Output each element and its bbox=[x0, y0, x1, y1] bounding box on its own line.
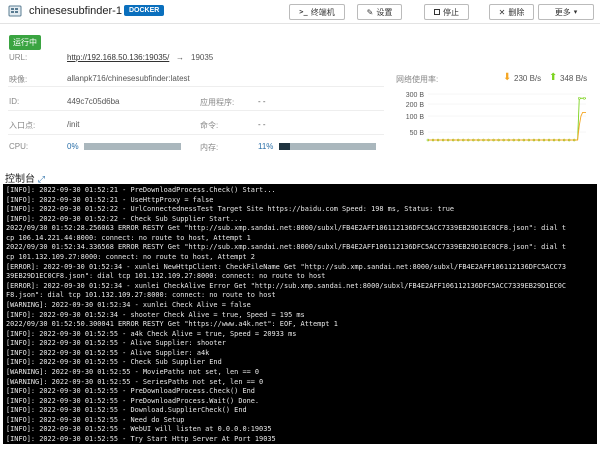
y-tick-label: 200 B bbox=[406, 102, 425, 109]
series-line bbox=[428, 97, 586, 141]
delete-button[interactable]: ✕ 删除 bbox=[489, 4, 534, 20]
mem-label: 内存: bbox=[200, 143, 219, 152]
docker-badge: DOCKER bbox=[124, 5, 165, 16]
delete-icon: ✕ bbox=[498, 7, 506, 17]
console-line: [INFO]: 2022-09-30 01:52:34 - shooter Ch… bbox=[6, 310, 305, 319]
console-output[interactable]: [INFO]: 2022-09-30 01:52:21 - PreDownloa… bbox=[3, 184, 597, 444]
terminal-icon: >_ bbox=[299, 8, 308, 16]
cpu-label: CPU: bbox=[9, 142, 29, 151]
console-line: 2022/09/30 01:52:50.300041 ERROR RESTY G… bbox=[6, 320, 338, 329]
console-line: [INFO]: 2022-09-30 01:52:21 - PreDownloa… bbox=[6, 186, 276, 194]
console-line: [INFO]: 2022-09-30 01:52:55 - PreDownloa… bbox=[6, 387, 255, 396]
arrow-up-icon: ⬆ bbox=[549, 72, 558, 83]
console-line: cp 101.132.109.27:8000: connect: no rout… bbox=[6, 253, 255, 262]
console-line: [INFO]: 2022-09-30 01:52:55 - Alive Supp… bbox=[6, 348, 210, 357]
console-line: 2022/09/30 01:52:34.336568 ERROR RESTY G… bbox=[6, 243, 567, 252]
console-line: [WARNING]: 2022-09-30 01:52:55 - MoviePa… bbox=[6, 367, 260, 376]
title-bar: chinesesubfinder-1 DOCKER >_ 终端机 ✎ 设置 停止… bbox=[0, 0, 600, 24]
console-line: [WARNING]: 2022-09-30 01:52:34 - xunlei … bbox=[6, 300, 251, 309]
stop-button[interactable]: 停止 bbox=[424, 4, 469, 20]
id-label: ID: bbox=[9, 97, 20, 106]
image-value: allanpk716/chinesesubfinder:latest bbox=[67, 74, 190, 83]
network-up: 348 B/s bbox=[560, 74, 588, 83]
more-button[interactable]: 更多 ▾ bbox=[538, 4, 594, 20]
network-label: 网络使用率: bbox=[396, 75, 439, 84]
settings-button-label: 设置 bbox=[376, 7, 393, 17]
container-title: chinesesubfinder-1 bbox=[29, 5, 122, 17]
container-icon bbox=[8, 5, 22, 17]
url-link[interactable]: http://192.168.50.136:19035/ bbox=[67, 53, 169, 62]
cmd-label: 命令: bbox=[200, 121, 219, 130]
console-line: [WARNING]: 2022-09-30 01:52:55 - SeriesP… bbox=[6, 377, 264, 386]
console-line: 2022/09/30 01:52:28.256063 ERROR RESTY G… bbox=[6, 224, 567, 233]
console-line: [INFO]: 2022-09-30 01:52:22 - UrlConnect… bbox=[6, 205, 455, 214]
entry-value: /init bbox=[67, 120, 80, 129]
data-point bbox=[577, 96, 581, 100]
settings-icon: ✎ bbox=[366, 7, 374, 17]
entry-label: 入口点: bbox=[9, 121, 36, 130]
app-label: 应用程序: bbox=[200, 98, 235, 107]
console-line: 39EB29D1EC0CF8.json": dial tcp 101.132.1… bbox=[6, 272, 326, 281]
console-line: [ERROR]: 2022-09-30 01:52:34 - xunlei Ch… bbox=[6, 281, 567, 290]
arrow-down-icon: ⬇ bbox=[503, 72, 512, 83]
app-value: - - bbox=[258, 97, 266, 106]
console-title: 控制台 ⤢ bbox=[5, 170, 45, 185]
id-value: 449c7c05d6ba bbox=[67, 97, 120, 106]
network-chart: 300 B 200 B 100 B 50 B bbox=[406, 92, 586, 142]
status-badge: 运行中 bbox=[9, 35, 41, 50]
y-tick-label: 100 B bbox=[406, 114, 425, 121]
console-line: cp 106.14.221.44:8000: connect: no route… bbox=[6, 233, 251, 242]
console-line: [ERROR]: 2022-09-30 01:52:34 - xunlei Ne… bbox=[6, 262, 567, 271]
console-line: [INFO]: 2022-09-30 01:52:55 - PreDownloa… bbox=[6, 396, 260, 405]
settings-button[interactable]: ✎ 设置 bbox=[357, 4, 402, 20]
console-line: [INFO]: 2022-09-30 01:52:55 - Check Sub … bbox=[6, 358, 222, 367]
cmd-value: - - bbox=[258, 120, 266, 129]
mem-bar-fill bbox=[279, 143, 290, 150]
console-line: [INFO]: 2022-09-30 01:52:55 - Alive Supp… bbox=[6, 339, 226, 348]
cpu-value: 0% bbox=[67, 142, 79, 151]
console-line: [INFO]: 2022-09-30 01:52:55 - Need do Se… bbox=[6, 415, 185, 424]
console-line: [INFO]: 2022-09-30 01:52:22 - Check Sub … bbox=[6, 214, 243, 223]
expand-icon[interactable]: ⤢ bbox=[38, 174, 45, 184]
arrow-right-icon: → bbox=[176, 53, 184, 62]
more-button-label: 更多 bbox=[554, 7, 571, 17]
image-label: 映像: bbox=[9, 75, 28, 84]
console-line: [INFO]: 2022-09-30 01:52:55 - Try Start … bbox=[6, 435, 276, 444]
data-point bbox=[583, 96, 586, 100]
y-tick-label: 50 B bbox=[410, 130, 425, 137]
console-line: [INFO]: 2022-09-30 01:52:55 - WebUI will… bbox=[6, 425, 272, 434]
divider bbox=[8, 110, 384, 111]
network-down: 230 B/s bbox=[514, 74, 542, 83]
url-port: 19035 bbox=[191, 53, 214, 62]
stop-icon bbox=[434, 9, 440, 15]
divider bbox=[8, 134, 384, 135]
console-line: [INFO]: 2022-09-30 01:52:55 - Download.S… bbox=[6, 406, 247, 415]
divider bbox=[8, 86, 384, 87]
terminal-button-label: 终端机 bbox=[310, 7, 335, 17]
mem-bar bbox=[279, 143, 376, 150]
delete-button-label: 删除 bbox=[508, 7, 525, 17]
console-line: [INFO]: 2022-09-30 01:52:55 - a4k Check … bbox=[6, 329, 297, 338]
url-label: URL: bbox=[9, 53, 28, 62]
chevron-down-icon: ▾ bbox=[573, 9, 578, 16]
y-tick-label: 300 B bbox=[406, 92, 425, 99]
cpu-bar bbox=[84, 143, 181, 150]
series-line bbox=[428, 111, 586, 141]
console-line: F8.json": dial tcp 101.132.109.27:8000: … bbox=[6, 291, 276, 300]
stop-button-label: 停止 bbox=[443, 7, 459, 17]
mem-value: 11% bbox=[258, 142, 274, 151]
console-line: [INFO]: 2022-09-30 01:52:21 - UseHttpPro… bbox=[6, 195, 214, 204]
terminal-button[interactable]: >_ 终端机 bbox=[289, 4, 345, 20]
